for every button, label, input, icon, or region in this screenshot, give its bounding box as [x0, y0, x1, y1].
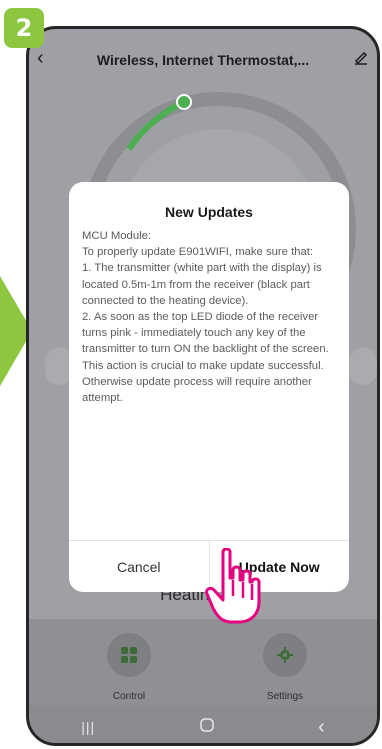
cancel-button[interactable]: Cancel: [69, 541, 210, 592]
dial-handle[interactable]: [176, 94, 192, 110]
gear-icon: [263, 633, 307, 677]
grid-icon: [107, 633, 151, 677]
step-number-badge: 2: [4, 8, 44, 48]
message-line: MCU Module:: [82, 230, 152, 242]
back-icon[interactable]: ‹: [318, 716, 325, 739]
system-navigation-bar: ||| ‹: [29, 705, 377, 743]
home-icon[interactable]: [199, 717, 214, 737]
phone-frame: ‹ Wireless, Internet Thermostat,... Heat…: [26, 26, 380, 746]
dialog-message: MCU Module: To properly update E901WIFI,…: [82, 228, 336, 406]
update-dialog: New Updates MCU Module: To properly upda…: [69, 182, 349, 592]
message-line: 2. As soon as the top LED diode of the r…: [82, 311, 329, 405]
tap-hand-icon: [205, 548, 261, 624]
bottom-tab-bar: Control Settings: [29, 619, 377, 705]
message-line: 1. The transmitter (white part with the …: [82, 262, 322, 307]
recent-apps-button[interactable]: |||: [81, 719, 95, 735]
dialog-title: New Updates: [165, 204, 253, 220]
tab-control[interactable]: Control: [89, 633, 169, 702]
message-line: To properly update E901WIFI, make sure t…: [82, 246, 314, 259]
tab-settings[interactable]: Settings: [245, 633, 325, 702]
tab-control-label: Control: [112, 691, 146, 702]
tab-settings-label: Settings: [266, 691, 304, 702]
